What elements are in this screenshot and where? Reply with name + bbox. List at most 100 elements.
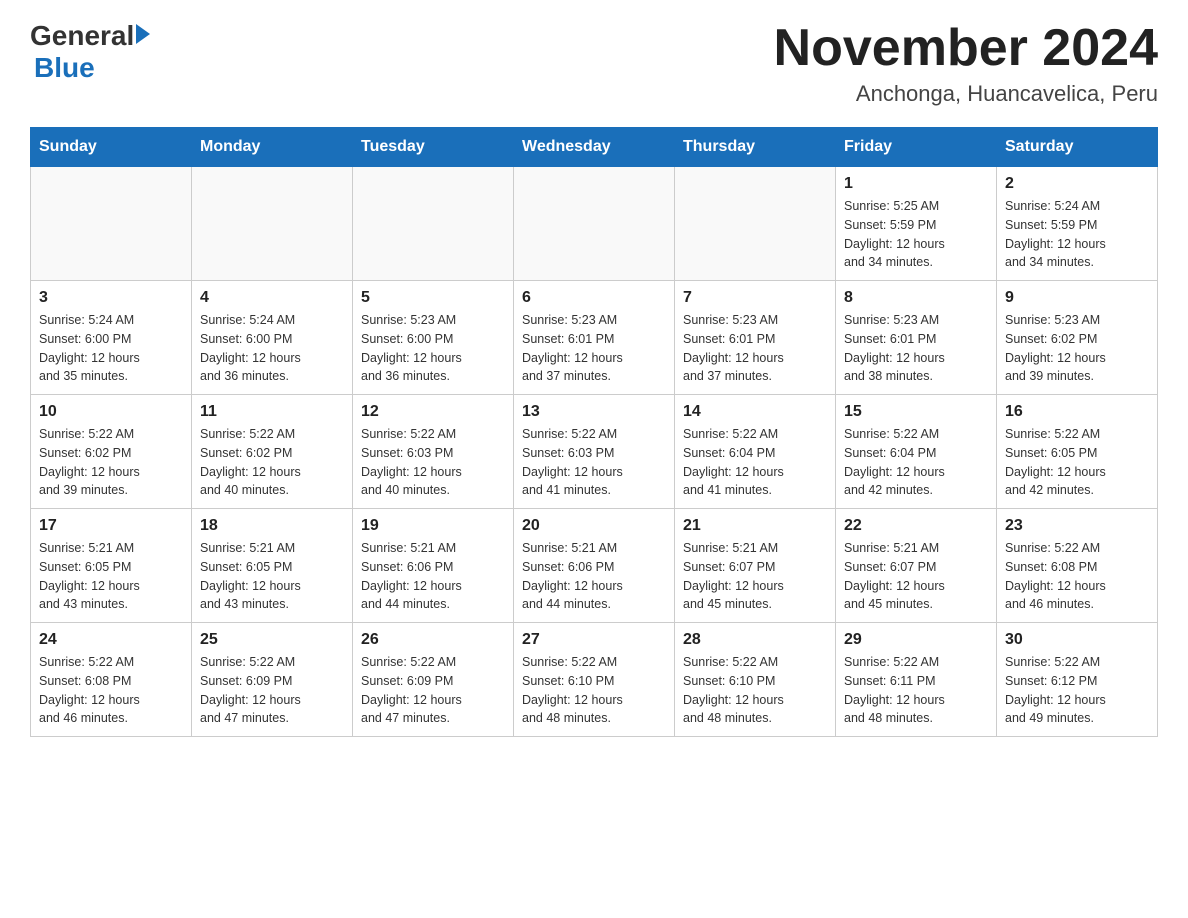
calendar-cell: 1 Sunrise: 5:25 AM Sunset: 5:59 PM Daylig… (836, 167, 997, 281)
calendar-cell: 22 Sunrise: 5:21 AM Sunset: 6:07 PM Dayli… (836, 509, 997, 623)
day-info: Sunrise: 5:23 AM Sunset: 6:00 PM Dayligh… (361, 311, 505, 386)
calendar-cell: 5 Sunrise: 5:23 AM Sunset: 6:00 PM Daylig… (353, 281, 514, 395)
day-number: 12 (361, 403, 505, 421)
calendar-cell: 14Sunrise: 5:22 AM Sunset: 6:04 PM Dayli… (675, 395, 836, 509)
day-info: Sunrise: 5:21 AM Sunset: 6:05 PM Dayligh… (39, 539, 183, 614)
day-number: 30 (1005, 631, 1149, 649)
calendar-cell (353, 167, 514, 281)
day-info: Sunrise: 5:22 AM Sunset: 6:10 PM Dayligh… (522, 653, 666, 728)
day-info: Sunrise: 5:23 AM Sunset: 6:01 PM Dayligh… (522, 311, 666, 386)
day-number: 5 (361, 289, 505, 307)
day-info: Sunrise: 5:25 AM Sunset: 5:59 PM Dayligh… (844, 197, 988, 272)
logo: General Blue (30, 20, 150, 84)
day-number: 16 (1005, 403, 1149, 421)
day-info: Sunrise: 5:21 AM Sunset: 6:05 PM Dayligh… (200, 539, 344, 614)
day-info: Sunrise: 5:22 AM Sunset: 6:03 PM Dayligh… (522, 425, 666, 500)
page-header: General Blue November 2024 Anchonga, Hua… (30, 20, 1158, 107)
location-text: Anchonga, Huancavelica, Peru (774, 81, 1158, 107)
day-number: 3 (39, 289, 183, 307)
calendar-cell: 9 Sunrise: 5:23 AM Sunset: 6:02 PM Daylig… (997, 281, 1158, 395)
day-info: Sunrise: 5:22 AM Sunset: 6:02 PM Dayligh… (200, 425, 344, 500)
calendar-cell: 24Sunrise: 5:22 AM Sunset: 6:08 PM Dayli… (31, 623, 192, 737)
calendar-cell: 2 Sunrise: 5:24 AM Sunset: 5:59 PM Daylig… (997, 167, 1158, 281)
calendar-cell: 13 Sunrise: 5:22 AM Sunset: 6:03 PM Dayli… (514, 395, 675, 509)
calendar-cell: 27 Sunrise: 5:22 AM Sunset: 6:10 PM Dayli… (514, 623, 675, 737)
calendar-cell: 21Sunrise: 5:21 AM Sunset: 6:07 PM Dayli… (675, 509, 836, 623)
day-info: Sunrise: 5:21 AM Sunset: 6:06 PM Dayligh… (522, 539, 666, 614)
day-info: Sunrise: 5:22 AM Sunset: 6:02 PM Dayligh… (39, 425, 183, 500)
day-info: Sunrise: 5:22 AM Sunset: 6:10 PM Dayligh… (683, 653, 827, 728)
day-number: 20 (522, 517, 666, 535)
day-number: 7 (683, 289, 827, 307)
week-row-2: 3 Sunrise: 5:24 AM Sunset: 6:00 PM Daylig… (31, 281, 1158, 395)
day-info: Sunrise: 5:22 AM Sunset: 6:09 PM Dayligh… (200, 653, 344, 728)
day-number: 18 (200, 517, 344, 535)
calendar-cell: 11Sunrise: 5:22 AM Sunset: 6:02 PM Dayli… (192, 395, 353, 509)
day-info: Sunrise: 5:22 AM Sunset: 6:08 PM Dayligh… (1005, 539, 1149, 614)
day-info: Sunrise: 5:23 AM Sunset: 6:02 PM Dayligh… (1005, 311, 1149, 386)
logo-triangle-icon (136, 24, 150, 44)
day-number: 13 (522, 403, 666, 421)
calendar-cell (31, 167, 192, 281)
week-row-5: 24Sunrise: 5:22 AM Sunset: 6:08 PM Dayli… (31, 623, 1158, 737)
calendar-cell: 4 Sunrise: 5:24 AM Sunset: 6:00 PM Daylig… (192, 281, 353, 395)
calendar-cell: 23 Sunrise: 5:22 AM Sunset: 6:08 PM Dayli… (997, 509, 1158, 623)
day-info: Sunrise: 5:22 AM Sunset: 6:09 PM Dayligh… (361, 653, 505, 728)
calendar-cell: 28 Sunrise: 5:22 AM Sunset: 6:10 PM Dayli… (675, 623, 836, 737)
day-number: 17 (39, 517, 183, 535)
calendar-cell: 12 Sunrise: 5:22 AM Sunset: 6:03 PM Dayli… (353, 395, 514, 509)
calendar-cell: 29Sunrise: 5:22 AM Sunset: 6:11 PM Dayli… (836, 623, 997, 737)
logo-general-text: General (30, 20, 134, 52)
weekday-header-saturday: Saturday (997, 128, 1158, 167)
calendar-cell (514, 167, 675, 281)
day-number: 21 (683, 517, 827, 535)
day-number: 2 (1005, 175, 1149, 193)
weekday-header-wednesday: Wednesday (514, 128, 675, 167)
day-info: Sunrise: 5:22 AM Sunset: 6:03 PM Dayligh… (361, 425, 505, 500)
day-info: Sunrise: 5:24 AM Sunset: 6:00 PM Dayligh… (200, 311, 344, 386)
day-info: Sunrise: 5:22 AM Sunset: 6:12 PM Dayligh… (1005, 653, 1149, 728)
calendar-cell: 17 Sunrise: 5:21 AM Sunset: 6:05 PM Dayli… (31, 509, 192, 623)
calendar-cell: 7 Sunrise: 5:23 AM Sunset: 6:01 PM Daylig… (675, 281, 836, 395)
day-number: 25 (200, 631, 344, 649)
day-number: 28 (683, 631, 827, 649)
week-row-3: 10 Sunrise: 5:22 AM Sunset: 6:02 PM Dayli… (31, 395, 1158, 509)
calendar-cell: 16 Sunrise: 5:22 AM Sunset: 6:05 PM Dayli… (997, 395, 1158, 509)
weekday-header-row: SundayMondayTuesdayWednesdayThursdayFrid… (31, 128, 1158, 167)
day-info: Sunrise: 5:22 AM Sunset: 6:08 PM Dayligh… (39, 653, 183, 728)
day-info: Sunrise: 5:22 AM Sunset: 6:05 PM Dayligh… (1005, 425, 1149, 500)
calendar-cell: 15 Sunrise: 5:22 AM Sunset: 6:04 PM Dayli… (836, 395, 997, 509)
weekday-header-tuesday: Tuesday (353, 128, 514, 167)
day-info: Sunrise: 5:22 AM Sunset: 6:04 PM Dayligh… (844, 425, 988, 500)
weekday-header-monday: Monday (192, 128, 353, 167)
day-number: 23 (1005, 517, 1149, 535)
day-number: 8 (844, 289, 988, 307)
weekday-header-friday: Friday (836, 128, 997, 167)
day-number: 9 (1005, 289, 1149, 307)
day-number: 26 (361, 631, 505, 649)
day-info: Sunrise: 5:24 AM Sunset: 5:59 PM Dayligh… (1005, 197, 1149, 272)
day-number: 4 (200, 289, 344, 307)
calendar-cell: 20 Sunrise: 5:21 AM Sunset: 6:06 PM Dayli… (514, 509, 675, 623)
day-info: Sunrise: 5:23 AM Sunset: 6:01 PM Dayligh… (683, 311, 827, 386)
calendar-cell: 3 Sunrise: 5:24 AM Sunset: 6:00 PM Daylig… (31, 281, 192, 395)
day-number: 27 (522, 631, 666, 649)
calendar-cell: 10 Sunrise: 5:22 AM Sunset: 6:02 PM Dayli… (31, 395, 192, 509)
calendar-cell: 25 Sunrise: 5:22 AM Sunset: 6:09 PM Dayli… (192, 623, 353, 737)
day-info: Sunrise: 5:24 AM Sunset: 6:00 PM Dayligh… (39, 311, 183, 386)
day-info: Sunrise: 5:23 AM Sunset: 6:01 PM Dayligh… (844, 311, 988, 386)
weekday-header-sunday: Sunday (31, 128, 192, 167)
week-row-4: 17 Sunrise: 5:21 AM Sunset: 6:05 PM Dayli… (31, 509, 1158, 623)
month-year-heading: November 2024 (774, 20, 1158, 77)
day-number: 1 (844, 175, 988, 193)
calendar-title: November 2024 Anchonga, Huancavelica, Pe… (774, 20, 1158, 107)
day-number: 10 (39, 403, 183, 421)
day-info: Sunrise: 5:22 AM Sunset: 6:04 PM Dayligh… (683, 425, 827, 500)
calendar-cell: 18 Sunrise: 5:21 AM Sunset: 6:05 PM Dayli… (192, 509, 353, 623)
day-number: 15 (844, 403, 988, 421)
week-row-1: 1 Sunrise: 5:25 AM Sunset: 5:59 PM Daylig… (31, 167, 1158, 281)
day-number: 22 (844, 517, 988, 535)
day-info: Sunrise: 5:21 AM Sunset: 6:07 PM Dayligh… (844, 539, 988, 614)
day-number: 6 (522, 289, 666, 307)
logo-blue-text: Blue (34, 52, 95, 83)
